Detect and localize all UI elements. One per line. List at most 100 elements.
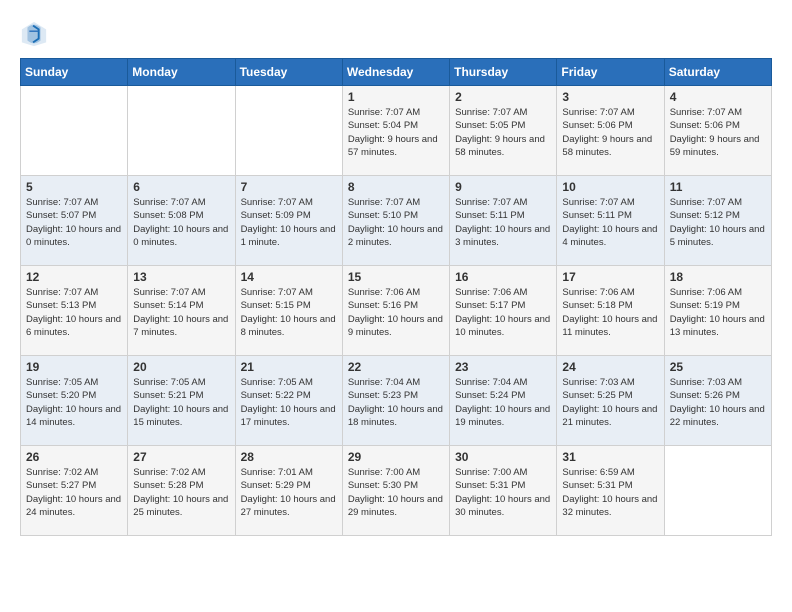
- day-header-saturday: Saturday: [664, 59, 771, 86]
- calendar-cell: 4Sunrise: 7:07 AM Sunset: 5:06 PM Daylig…: [664, 86, 771, 176]
- calendar-cell: 21Sunrise: 7:05 AM Sunset: 5:22 PM Dayli…: [235, 356, 342, 446]
- calendar-cell: 25 Sunrise: 7:03 AM Sunset: 5:26 PM Dayli…: [664, 356, 771, 446]
- calendar-cell: 29 Sunrise: 7:00 AM Sunset: 5:30 PM Dayli…: [342, 446, 449, 536]
- day-number: 31: [562, 450, 658, 464]
- day-info: Sunrise: 7:07 AM Sunset: 5:12 PM Dayligh…: [670, 196, 766, 249]
- calendar-cell: 5Sunrise: 7:07 AM Sunset: 5:07 PM Daylig…: [21, 176, 128, 266]
- day-info: Sunrise: 7:07 AM Sunset: 5:15 PM Dayligh…: [241, 286, 337, 339]
- calendar-cell: 7 Sunrise: 7:07 AM Sunset: 5:09 PM Daylig…: [235, 176, 342, 266]
- day-number: 30: [455, 450, 551, 464]
- day-number: 7: [241, 180, 337, 194]
- calendar-cell: 20 Sunrise: 7:05 AM Sunset: 5:21 PM Dayli…: [128, 356, 235, 446]
- logo: [20, 20, 52, 48]
- header: [20, 20, 772, 48]
- calendar-cell: 12 Sunrise: 7:07 AM Sunset: 5:13 PM Dayli…: [21, 266, 128, 356]
- calendar-cell: 16Sunrise: 7:06 AM Sunset: 5:17 PM Dayli…: [450, 266, 557, 356]
- calendar-cell: 28 Sunrise: 7:01 AM Sunset: 5:29 PM Dayli…: [235, 446, 342, 536]
- calendar-cell: 3Sunrise: 7:07 AM Sunset: 5:06 PM Daylig…: [557, 86, 664, 176]
- calendar-cell: 27 Sunrise: 7:02 AM Sunset: 5:28 PM Dayli…: [128, 446, 235, 536]
- day-number: 25: [670, 360, 766, 374]
- day-info: Sunrise: 7:04 AM Sunset: 5:23 PM Dayligh…: [348, 376, 444, 429]
- day-number: 21: [241, 360, 337, 374]
- day-number: 12: [26, 270, 122, 284]
- day-header-monday: Monday: [128, 59, 235, 86]
- day-number: 1: [348, 90, 444, 104]
- week-row-5: 26 Sunrise: 7:02 AM Sunset: 5:27 PM Dayli…: [21, 446, 772, 536]
- day-number: 22: [348, 360, 444, 374]
- calendar-cell: 1 Sunrise: 7:07 AM Sunset: 5:04 PM Daylig…: [342, 86, 449, 176]
- day-header-friday: Friday: [557, 59, 664, 86]
- day-number: 28: [241, 450, 337, 464]
- day-info: Sunrise: 7:00 AM Sunset: 5:31 PM Dayligh…: [455, 466, 551, 519]
- day-header-sunday: Sunday: [21, 59, 128, 86]
- day-info: Sunrise: 7:06 AM Sunset: 5:19 PM Dayligh…: [670, 286, 766, 339]
- day-info: Sunrise: 7:05 AM Sunset: 5:20 PM Dayligh…: [26, 376, 122, 429]
- calendar-cell: [128, 86, 235, 176]
- day-info: Sunrise: 7:07 AM Sunset: 5:13 PM Dayligh…: [26, 286, 122, 339]
- calendar-cell: 22 Sunrise: 7:04 AM Sunset: 5:23 PM Dayli…: [342, 356, 449, 446]
- day-number: 18: [670, 270, 766, 284]
- day-info: Sunrise: 7:06 AM Sunset: 5:16 PM Dayligh…: [348, 286, 444, 339]
- calendar-cell: 19 Sunrise: 7:05 AM Sunset: 5:20 PM Dayli…: [21, 356, 128, 446]
- calendar-table: SundayMondayTuesdayWednesdayThursdayFrid…: [20, 58, 772, 536]
- day-number: 3: [562, 90, 658, 104]
- day-info: Sunrise: 7:07 AM Sunset: 5:05 PM Dayligh…: [455, 106, 551, 159]
- day-info: Sunrise: 7:07 AM Sunset: 5:11 PM Dayligh…: [455, 196, 551, 249]
- day-number: 19: [26, 360, 122, 374]
- calendar-cell: [664, 446, 771, 536]
- day-info: Sunrise: 6:59 AM Sunset: 5:31 PM Dayligh…: [562, 466, 658, 519]
- day-number: 17: [562, 270, 658, 284]
- day-info: Sunrise: 7:06 AM Sunset: 5:18 PM Dayligh…: [562, 286, 658, 339]
- week-row-2: 5Sunrise: 7:07 AM Sunset: 5:07 PM Daylig…: [21, 176, 772, 266]
- day-header-wednesday: Wednesday: [342, 59, 449, 86]
- day-info: Sunrise: 7:07 AM Sunset: 5:10 PM Dayligh…: [348, 196, 444, 249]
- day-info: Sunrise: 7:05 AM Sunset: 5:21 PM Dayligh…: [133, 376, 229, 429]
- calendar-cell: [21, 86, 128, 176]
- day-info: Sunrise: 7:06 AM Sunset: 5:17 PM Dayligh…: [455, 286, 551, 339]
- calendar-cell: 14 Sunrise: 7:07 AM Sunset: 5:15 PM Dayli…: [235, 266, 342, 356]
- week-row-3: 12 Sunrise: 7:07 AM Sunset: 5:13 PM Dayli…: [21, 266, 772, 356]
- day-info: Sunrise: 7:07 AM Sunset: 5:04 PM Dayligh…: [348, 106, 444, 159]
- calendar-cell: 17 Sunrise: 7:06 AM Sunset: 5:18 PM Dayli…: [557, 266, 664, 356]
- day-info: Sunrise: 7:01 AM Sunset: 5:29 PM Dayligh…: [241, 466, 337, 519]
- day-number: 23: [455, 360, 551, 374]
- calendar-cell: 15 Sunrise: 7:06 AM Sunset: 5:16 PM Dayli…: [342, 266, 449, 356]
- week-row-4: 19 Sunrise: 7:05 AM Sunset: 5:20 PM Dayli…: [21, 356, 772, 446]
- day-number: 15: [348, 270, 444, 284]
- day-header-thursday: Thursday: [450, 59, 557, 86]
- calendar-cell: 2Sunrise: 7:07 AM Sunset: 5:05 PM Daylig…: [450, 86, 557, 176]
- calendar-cell: 23 Sunrise: 7:04 AM Sunset: 5:24 PM Dayli…: [450, 356, 557, 446]
- calendar-cell: 8 Sunrise: 7:07 AM Sunset: 5:10 PM Daylig…: [342, 176, 449, 266]
- calendar-cell: 30 Sunrise: 7:00 AM Sunset: 5:31 PM Dayli…: [450, 446, 557, 536]
- calendar-cell: 18 Sunrise: 7:06 AM Sunset: 5:19 PM Dayli…: [664, 266, 771, 356]
- calendar-cell: 11 Sunrise: 7:07 AM Sunset: 5:12 PM Dayli…: [664, 176, 771, 266]
- day-info: Sunrise: 7:07 AM Sunset: 5:07 PM Dayligh…: [26, 196, 122, 249]
- day-number: 14: [241, 270, 337, 284]
- day-info: Sunrise: 7:02 AM Sunset: 5:27 PM Dayligh…: [26, 466, 122, 519]
- calendar-cell: 9Sunrise: 7:07 AM Sunset: 5:11 PM Daylig…: [450, 176, 557, 266]
- day-info: Sunrise: 7:03 AM Sunset: 5:26 PM Dayligh…: [670, 376, 766, 429]
- day-number: 29: [348, 450, 444, 464]
- week-row-1: 1 Sunrise: 7:07 AM Sunset: 5:04 PM Daylig…: [21, 86, 772, 176]
- day-info: Sunrise: 7:02 AM Sunset: 5:28 PM Dayligh…: [133, 466, 229, 519]
- calendar-cell: [235, 86, 342, 176]
- day-number: 8: [348, 180, 444, 194]
- day-info: Sunrise: 7:04 AM Sunset: 5:24 PM Dayligh…: [455, 376, 551, 429]
- day-number: 27: [133, 450, 229, 464]
- day-info: Sunrise: 7:07 AM Sunset: 5:11 PM Dayligh…: [562, 196, 658, 249]
- calendar-cell: 31 Sunrise: 6:59 AM Sunset: 5:31 PM Dayli…: [557, 446, 664, 536]
- calendar-cell: 10Sunrise: 7:07 AM Sunset: 5:11 PM Dayli…: [557, 176, 664, 266]
- calendar-cell: 24Sunrise: 7:03 AM Sunset: 5:25 PM Dayli…: [557, 356, 664, 446]
- day-info: Sunrise: 7:07 AM Sunset: 5:09 PM Dayligh…: [241, 196, 337, 249]
- day-number: 11: [670, 180, 766, 194]
- day-number: 13: [133, 270, 229, 284]
- day-number: 24: [562, 360, 658, 374]
- day-info: Sunrise: 7:07 AM Sunset: 5:14 PM Dayligh…: [133, 286, 229, 339]
- day-number: 26: [26, 450, 122, 464]
- calendar-cell: 13 Sunrise: 7:07 AM Sunset: 5:14 PM Dayli…: [128, 266, 235, 356]
- day-number: 20: [133, 360, 229, 374]
- day-info: Sunrise: 7:00 AM Sunset: 5:30 PM Dayligh…: [348, 466, 444, 519]
- logo-icon: [20, 20, 48, 48]
- day-number: 6: [133, 180, 229, 194]
- day-info: Sunrise: 7:07 AM Sunset: 5:06 PM Dayligh…: [670, 106, 766, 159]
